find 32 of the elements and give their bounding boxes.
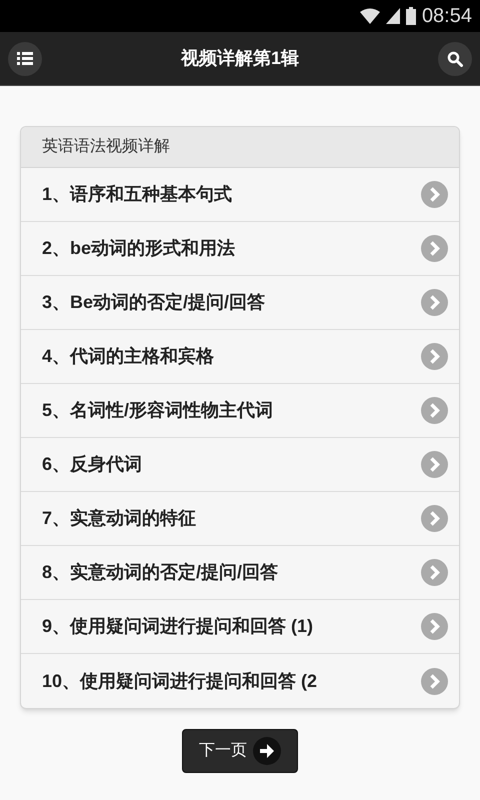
chevron-right-icon: [421, 343, 448, 370]
signal-icon: [386, 8, 400, 24]
clock-time: 08:54: [422, 4, 472, 29]
list-item[interactable]: 6、反身代词: [21, 438, 459, 492]
menu-button[interactable]: [8, 42, 42, 76]
arrow-right-icon: [253, 737, 281, 765]
list-item[interactable]: 8、实意动词的否定/提问/回答: [21, 546, 459, 600]
menu-icon: [17, 52, 33, 65]
chevron-right-icon: [421, 181, 448, 208]
next-page-button[interactable]: 下一页: [182, 729, 298, 773]
list-header: 英语语法视频详解: [42, 136, 170, 157]
chevron-right-icon: [421, 505, 448, 532]
chevron-right-icon: [421, 613, 448, 640]
wifi-icon: [360, 8, 380, 24]
battery-icon: [406, 7, 416, 25]
search-icon: [446, 50, 463, 66]
search-button[interactable]: [438, 42, 472, 76]
list-item[interactable]: 4、代词的主格和宾格: [21, 330, 459, 384]
page-title: 视频详解第1辑: [180, 47, 299, 70]
chevron-right-icon: [421, 235, 448, 262]
list-item[interactable]: 10、使用疑问词进行提问和回答 (2: [21, 654, 459, 708]
chevron-right-icon: [421, 289, 448, 316]
chevron-right-icon: [421, 668, 448, 694]
chevron-right-icon: [421, 559, 448, 586]
list-item[interactable]: 1、语序和五种基本句式: [21, 168, 459, 222]
list-item[interactable]: 2、be动词的形式和用法: [21, 222, 459, 276]
list-item[interactable]: 5、名词性/形容词性物主代词: [21, 384, 459, 438]
list-item[interactable]: 9、使用疑问词进行提问和回答 (1): [21, 600, 459, 654]
list-item[interactable]: 3、Be动词的否定/提问/回答: [21, 276, 459, 330]
list-item[interactable]: 7、实意动词的特征: [21, 492, 459, 546]
chevron-right-icon: [421, 451, 448, 478]
chevron-right-icon: [421, 397, 448, 424]
